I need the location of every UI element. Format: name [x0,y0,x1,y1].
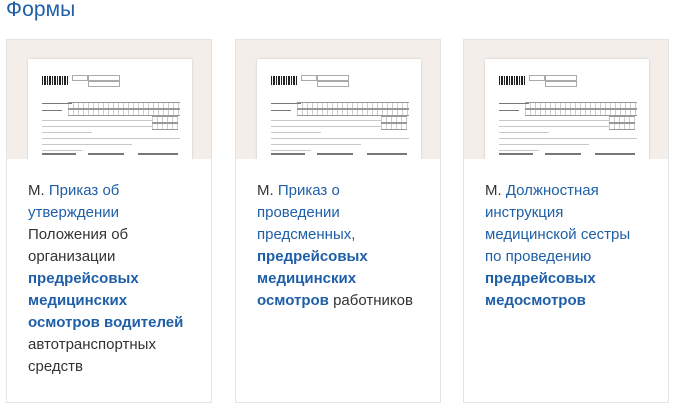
section-title: Формы [6,0,76,21]
form-text-end: автотранспортных средств [28,336,156,375]
document-preview [257,59,421,159]
barcode-icon [271,76,297,85]
form-highlight[interactable]: предрейсовых медицинских осмотров водите… [28,270,183,331]
form-card-3[interactable]: М. Должностная инструкция медицинской се… [463,39,669,403]
form-text-end: работников [333,292,413,309]
form-caption[interactable]: М. Приказ о проведении предсменных, пред… [236,159,440,312]
form-prefix: М. [257,182,274,199]
form-card-1[interactable]: М. Приказ об утверждении Положения об ор… [6,39,212,403]
document-preview [485,59,649,159]
barcode-icon [499,76,525,85]
form-thumbnail[interactable] [236,40,440,159]
form-caption[interactable]: М. Должностная инструкция медицинской се… [464,159,668,312]
form-prefix: М. [28,182,45,199]
form-prefix: М. [485,182,502,199]
form-thumbnail[interactable] [464,40,668,159]
form-link[interactable]: Должностная инструкция медицинской сестр… [485,182,630,265]
document-preview [28,59,192,159]
barcode-icon [42,76,68,85]
form-highlight[interactable]: предрейсовых медосмотров [485,270,596,309]
forms-card-list: М. Приказ об утверждении Положения об ор… [6,39,670,405]
form-text: Положения об организации [28,226,129,265]
form-thumbnail[interactable] [7,40,211,159]
form-caption[interactable]: М. Приказ об утверждении Положения об ор… [7,159,211,378]
form-card-2[interactable]: М. Приказ о проведении предсменных, пред… [235,39,441,403]
